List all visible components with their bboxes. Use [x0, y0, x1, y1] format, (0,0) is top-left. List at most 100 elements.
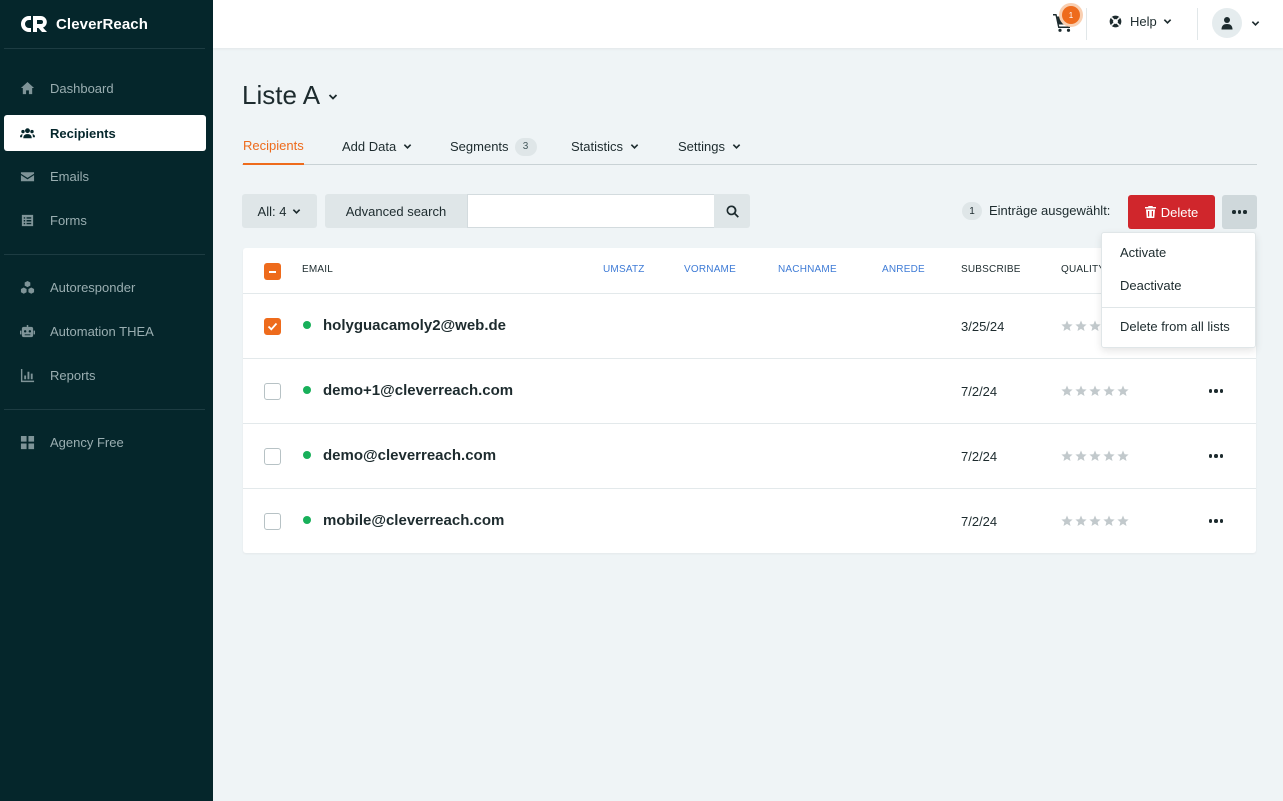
- tab-statistics[interactable]: Statistics: [571, 130, 639, 165]
- cart-button[interactable]: 1: [1053, 6, 1080, 36]
- subscribe-date: 7/2/24: [961, 449, 998, 464]
- status-dot: [303, 321, 311, 329]
- column-header-quality[interactable]: QUALITY: [1061, 264, 1105, 275]
- row-checkbox[interactable]: [264, 513, 281, 530]
- star-icon: [1103, 385, 1115, 396]
- menu-item-activate[interactable]: Activate: [1120, 245, 1166, 260]
- tab-bar: Recipients Add Data Segments 3 Statistic…: [242, 130, 1257, 165]
- checkmark-icon: [267, 322, 278, 331]
- select-all-checkbox[interactable]: [264, 263, 281, 280]
- star-icon: [1061, 320, 1073, 331]
- table-row[interactable]: demo@cleverreach.com 7/2/24: [243, 424, 1256, 489]
- subscribe-date: 7/2/24: [961, 514, 998, 529]
- column-header-anrede[interactable]: ANREDE: [882, 264, 925, 275]
- selected-text: Einträge ausgewählt:: [989, 203, 1111, 218]
- tab-segments[interactable]: Segments 3: [450, 130, 537, 165]
- search-input[interactable]: [467, 194, 715, 228]
- sidebar-item-emails[interactable]: Emails: [4, 158, 206, 194]
- row-actions-button[interactable]: [1204, 513, 1228, 529]
- recipient-email[interactable]: holyguacamoly2@web.de: [323, 317, 506, 334]
- star-icon: [1075, 385, 1087, 396]
- advanced-search-button[interactable]: Advanced search: [325, 194, 467, 228]
- bulk-actions-button[interactable]: [1222, 195, 1257, 229]
- robot-icon: [19, 323, 35, 339]
- user-menu[interactable]: [1212, 8, 1260, 38]
- logo[interactable]: CleverReach: [20, 12, 148, 36]
- more-icon: [1208, 519, 1224, 523]
- tab-add-data[interactable]: Add Data: [342, 130, 412, 165]
- envelope-icon: [19, 168, 35, 184]
- page-title[interactable]: Liste A: [242, 80, 338, 111]
- sidebar: CleverReach Dashboard Recipients Emails …: [0, 0, 213, 801]
- table-row[interactable]: demo+1@cleverreach.com 7/2/24: [243, 359, 1256, 424]
- sidebar-divider: [4, 48, 205, 49]
- topbar: 1 Help: [213, 0, 1283, 48]
- tab-label: Recipients: [243, 138, 304, 153]
- quality-rating: [1061, 450, 1129, 462]
- sidebar-item-reports[interactable]: Reports: [4, 357, 206, 393]
- help-label: Help: [1130, 14, 1157, 29]
- users-icon: [19, 125, 35, 141]
- row-checkbox[interactable]: [264, 318, 281, 335]
- search-icon: [726, 204, 739, 218]
- search-button[interactable]: [714, 194, 750, 228]
- more-icon: [1208, 389, 1224, 393]
- chevron-down-icon: [732, 144, 741, 149]
- menu-item-delete-from-all-lists[interactable]: Delete from all lists: [1120, 319, 1230, 334]
- star-icon: [1117, 450, 1129, 461]
- sidebar-item-label: Forms: [50, 212, 87, 228]
- sidebar-item-label: Automation THEA: [50, 323, 154, 339]
- star-icon: [1075, 320, 1087, 331]
- trash-icon: [1144, 206, 1156, 218]
- home-icon: [19, 80, 35, 96]
- star-icon: [1103, 450, 1115, 461]
- filter-dropdown[interactable]: All: 4: [242, 194, 317, 228]
- star-icon: [1075, 450, 1087, 461]
- chevron-down-icon: [403, 144, 412, 149]
- tab-recipients[interactable]: Recipients: [243, 130, 304, 165]
- chevron-down-icon: [293, 208, 301, 214]
- topbar-divider: [1197, 8, 1198, 40]
- quality-rating: [1061, 320, 1101, 332]
- sidebar-item-autoresponder[interactable]: Autoresponder: [4, 269, 206, 305]
- row-actions-button[interactable]: [1204, 448, 1228, 464]
- menu-item-deactivate[interactable]: Deactivate: [1120, 278, 1181, 293]
- row-checkbox[interactable]: [264, 383, 281, 400]
- column-header-nachname[interactable]: NACHNAME: [778, 264, 837, 275]
- column-header-subscribe[interactable]: SUBSCRIBE: [961, 264, 1021, 275]
- sidebar-item-dashboard[interactable]: Dashboard: [4, 70, 206, 106]
- delete-button[interactable]: Delete: [1128, 195, 1215, 229]
- star-icon: [1061, 385, 1073, 396]
- row-actions-button[interactable]: [1204, 383, 1228, 399]
- sidebar-item-forms[interactable]: Forms: [4, 202, 206, 238]
- topbar-divider: [1086, 8, 1087, 40]
- status-dot: [303, 451, 311, 459]
- sidebar-item-automation-thea[interactable]: Automation THEA: [4, 313, 206, 349]
- column-header-umsatz[interactable]: UMSATZ: [603, 264, 645, 275]
- chevron-down-icon: [1163, 19, 1171, 24]
- segments-count-badge: 3: [514, 137, 537, 156]
- column-header-vorname[interactable]: VORNAME: [684, 264, 736, 275]
- recipient-email[interactable]: demo+1@cleverreach.com: [323, 382, 513, 399]
- recipient-email[interactable]: mobile@cleverreach.com: [323, 512, 504, 529]
- sidebar-item-agency-free[interactable]: Agency Free: [4, 424, 206, 460]
- menu-divider: [1102, 307, 1257, 308]
- more-icon: [1208, 454, 1224, 458]
- filter-label: All: 4: [257, 203, 287, 219]
- column-header-email[interactable]: EMAIL: [302, 264, 333, 275]
- star-icon: [1089, 320, 1101, 331]
- table-row[interactable]: mobile@cleverreach.com 7/2/24: [243, 489, 1256, 554]
- more-icon: [1232, 210, 1247, 214]
- delete-label: Delete: [1160, 204, 1199, 220]
- star-icon: [1089, 450, 1101, 461]
- recipient-email[interactable]: demo@cleverreach.com: [323, 447, 496, 464]
- row-checkbox[interactable]: [264, 448, 281, 465]
- star-icon: [1103, 515, 1115, 526]
- avatar: [1212, 8, 1242, 38]
- star-icon: [1117, 515, 1129, 526]
- lifebuoy-icon: [1109, 15, 1122, 28]
- tab-settings[interactable]: Settings: [678, 130, 741, 165]
- chart-icon: [19, 367, 35, 383]
- sidebar-item-recipients[interactable]: Recipients: [4, 115, 206, 151]
- help-menu[interactable]: Help: [1109, 14, 1172, 29]
